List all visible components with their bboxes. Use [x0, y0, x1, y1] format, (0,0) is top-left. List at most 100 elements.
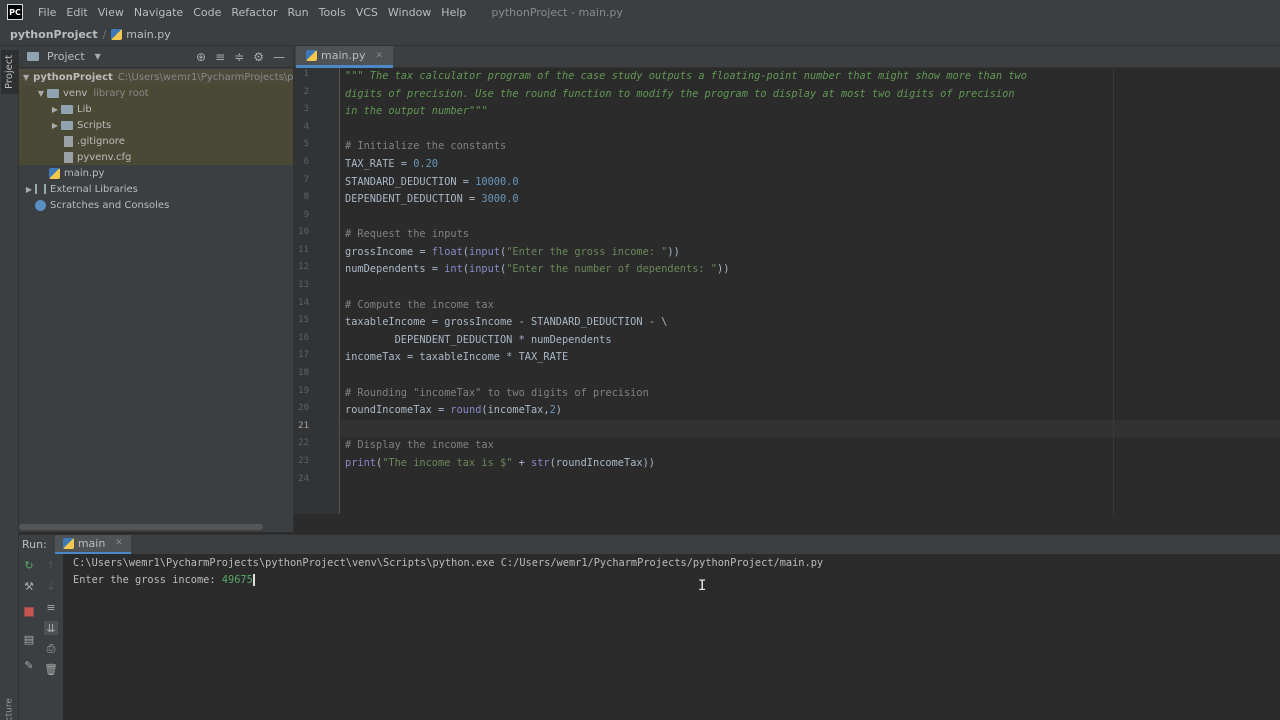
project-tool-tab[interactable]: Project: [1, 50, 18, 94]
chevron-down-icon[interactable]: ▼: [23, 73, 29, 82]
menu-vcs[interactable]: VCS: [351, 6, 383, 19]
tree-item-scripts[interactable]: ▶ Scripts: [19, 117, 293, 133]
menu-file[interactable]: File: [33, 6, 61, 19]
breadcrumb-project[interactable]: pythonProject: [10, 28, 98, 41]
code-token: grossIncome =: [345, 246, 432, 258]
trash-icon[interactable]: 🗑: [44, 662, 58, 676]
close-icon[interactable]: ✕: [115, 538, 123, 548]
menu-navigate[interactable]: Navigate: [129, 6, 188, 19]
line-number: 11: [298, 245, 309, 255]
chevron-down-icon[interactable]: ▼: [95, 52, 101, 61]
project-tree: ▼ pythonProject C:\Users\wemr1\PycharmPr…: [19, 68, 293, 213]
layout-icon[interactable]: ▤: [22, 632, 36, 646]
breadcrumb-file[interactable]: main.py: [111, 28, 171, 41]
locate-file-icon[interactable]: ⊕: [196, 50, 206, 64]
tab-label: main.py: [321, 49, 366, 62]
menu-help[interactable]: Help: [436, 6, 471, 19]
menu-run[interactable]: Run: [283, 6, 314, 19]
tree-item-project-root[interactable]: ▼ pythonProject C:\Users\wemr1\PycharmPr…: [19, 69, 293, 85]
run-console[interactable]: C:\Users\wemr1\PycharmProjects\pythonPro…: [63, 554, 1280, 720]
print-icon[interactable]: ⎙: [44, 642, 58, 656]
gear-icon[interactable]: ⚙: [253, 50, 264, 64]
code-line-7: STANDARD_DEDUCTION = 10000.0: [345, 174, 519, 191]
line-number: 6: [303, 157, 309, 167]
tree-item-scratches[interactable]: Scratches and Consoles: [19, 197, 293, 213]
run-tab-main[interactable]: main ✕: [54, 534, 131, 555]
code-line-17: incomeTax = taxableIncome * TAX_RATE: [345, 351, 569, 363]
structure-tool-tab[interactable]: Structure: [1, 696, 18, 720]
line-number: 12: [298, 262, 309, 272]
code-token: DEPENDENT_DEDUCTION =: [345, 193, 482, 205]
code-editor[interactable]: """ The tax calculator program of the ca…: [341, 68, 1280, 514]
line-number: 19: [298, 386, 309, 396]
tree-item-note: library root: [93, 87, 149, 99]
hide-panel-icon[interactable]: —: [273, 50, 285, 64]
line-number: 4: [303, 122, 309, 132]
collapse-all-icon[interactable]: ≑: [234, 50, 244, 64]
code-line-19: # Rounding "incomeTax" to two digits of …: [345, 387, 649, 399]
chevron-down-icon[interactable]: ▼: [35, 89, 47, 98]
code-line-22: # Display the income tax: [345, 439, 494, 451]
expand-all-icon[interactable]: ≡: [215, 50, 225, 64]
line-number: 13: [298, 280, 309, 290]
run-tab-label: main: [77, 536, 106, 550]
tree-item-gitignore[interactable]: .gitignore: [19, 133, 293, 149]
run-label: Run:: [22, 538, 47, 551]
tree-item-label: main.py: [64, 167, 105, 179]
scroll-to-end-icon[interactable]: ⇊: [44, 621, 58, 635]
code-token-builtin: round: [450, 404, 482, 416]
tree-item-label: venv: [63, 87, 88, 99]
chevron-right-icon[interactable]: ▶: [23, 185, 35, 194]
menu-refactor[interactable]: Refactor: [226, 6, 282, 19]
tree-item-pyvenv[interactable]: pyvenv.cfg: [19, 149, 293, 165]
folder-icon: [61, 104, 73, 114]
menu-view[interactable]: View: [93, 6, 129, 19]
code-token: +: [512, 457, 531, 469]
console-input-line: Enter the gross income: 49675: [73, 572, 255, 589]
project-panel-title[interactable]: Project: [47, 50, 85, 63]
tree-item-main-py[interactable]: main.py: [19, 165, 293, 181]
menu-edit[interactable]: Edit: [61, 6, 92, 19]
project-panel-header: Project ▼ ⊕ ≡ ≑ ⚙ —: [19, 46, 293, 68]
chevron-right-icon[interactable]: ▶: [49, 121, 61, 130]
tree-item-external-libraries[interactable]: ▶ External Libraries: [19, 181, 293, 197]
folder-icon: [61, 120, 73, 130]
library-icon: [35, 184, 46, 194]
file-icon: [64, 135, 73, 147]
tab-main-py[interactable]: main.py ✕: [296, 46, 394, 68]
menu-code[interactable]: Code: [188, 6, 226, 19]
horizontal-scrollbar[interactable]: [19, 524, 263, 530]
console-user-input[interactable]: 49675: [222, 574, 253, 586]
pycharm-logo-icon: PC: [7, 4, 23, 20]
line-number: 20: [298, 403, 309, 413]
window-title: pythonProject - main.py: [491, 5, 623, 19]
tree-item-venv[interactable]: ▼ venv library root: [19, 85, 293, 101]
pin-icon[interactable]: ✎: [22, 658, 36, 672]
project-panel: Project ▼ ⊕ ≡ ≑ ⚙ — ▼ pythonProject C:\U…: [19, 46, 294, 532]
arrow-up-icon[interactable]: ↑: [44, 558, 58, 572]
stop-icon[interactable]: ■: [22, 604, 36, 618]
line-number: 23: [298, 456, 309, 466]
code-token-number: 3000.0: [481, 193, 519, 205]
wrench-icon[interactable]: ⚒: [22, 579, 36, 593]
code-token: roundIncomeTax =: [345, 404, 451, 416]
console-command-line: C:\Users\wemr1\PycharmProjects\pythonPro…: [73, 557, 824, 569]
left-tool-stripe: Project Structure: [0, 46, 19, 720]
tree-item-lib[interactable]: ▶ Lib: [19, 101, 293, 117]
python-file-icon: [306, 50, 317, 61]
menu-tools[interactable]: Tools: [314, 6, 351, 19]
folder-icon: [47, 88, 59, 98]
menu-window[interactable]: Window: [383, 6, 436, 19]
tree-item-label: Lib: [77, 103, 92, 115]
line-number: 15: [298, 315, 309, 325]
text-cursor-icon: I: [698, 578, 707, 594]
close-icon[interactable]: ✕: [375, 51, 383, 61]
python-file-icon: [49, 167, 60, 179]
chevron-right-icon[interactable]: ▶: [49, 105, 61, 114]
arrow-down-icon[interactable]: ↓: [44, 579, 58, 593]
rerun-icon[interactable]: ↻: [22, 558, 36, 572]
soft-wrap-icon[interactable]: ≡: [44, 600, 58, 614]
code-line-16: DEPENDENT_DEDUCTION * numDependents: [345, 334, 612, 346]
menu-bar: PC File Edit View Navigate Code Refactor…: [0, 0, 1280, 24]
line-number: 18: [298, 368, 309, 378]
